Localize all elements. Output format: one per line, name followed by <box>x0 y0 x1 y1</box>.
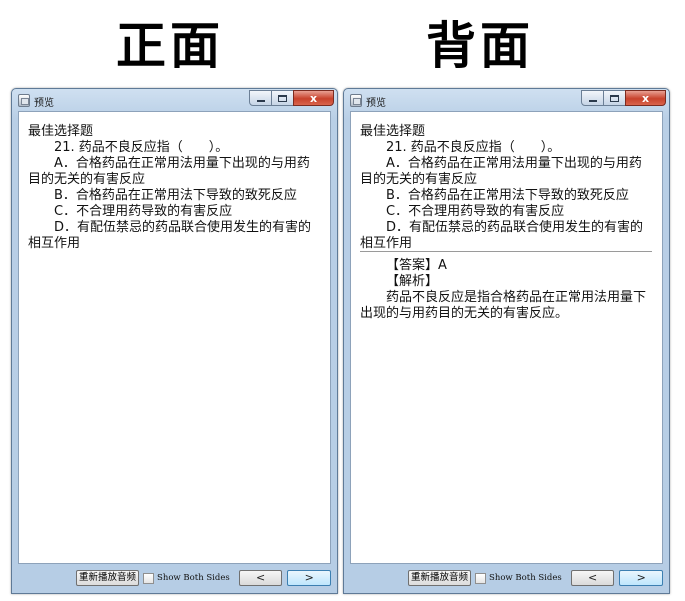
bottom-toolbar: 重新播放音频 Show Both Sides < > <box>18 568 331 588</box>
window-title: 预览 <box>34 98 54 109</box>
window-controls: x <box>581 90 666 107</box>
option-d: D．有配伍禁忌的药品联合使用发生的有害的相互作用 <box>28 220 312 251</box>
show-both-sides-checkbox[interactable]: Show Both Sides <box>143 572 230 584</box>
window-title: 预览 <box>366 98 386 109</box>
preview-window-front: 预览 x 最佳选择题 21. 药品不良反应指（ ）。 A．合格药品在正常用法用量… <box>11 88 338 594</box>
option-b: B．合格药品在正常用法下导致的致死反应 <box>54 188 297 203</box>
maximize-icon <box>278 94 287 102</box>
option-d: D．有配伍禁忌的药品联合使用发生的有害的相互作用 <box>360 220 644 251</box>
close-button[interactable]: x <box>625 90 666 106</box>
card-content-area: 最佳选择题 21. 药品不良反应指（ ）。 A．合格药品在正常用法用量下出现的与… <box>18 111 331 564</box>
preview-window-back: 预览 x 最佳选择题 21. 药品不良反应指（ ）。 A．合格药品在正常用法用量… <box>343 88 670 594</box>
question-type: 最佳选择题 <box>28 124 94 139</box>
show-both-sides-checkbox[interactable]: Show Both Sides <box>475 572 562 584</box>
question-type: 最佳选择题 <box>360 124 426 139</box>
minimize-icon <box>588 100 597 102</box>
replay-audio-button[interactable]: 重新播放音频 <box>408 570 472 586</box>
window-controls: x <box>249 90 334 107</box>
prev-button[interactable]: < <box>570 570 615 586</box>
close-icon: x <box>641 91 650 105</box>
minimize-icon <box>256 100 265 102</box>
next-button[interactable]: > <box>287 570 331 586</box>
bottom-toolbar: 重新播放音频 Show Both Sides < > <box>350 568 663 588</box>
analysis-text: 药品不良反应是指合格药品在正常用法用量下出现的与用药目的无关的有害反应。 <box>360 290 647 321</box>
close-icon: x <box>309 91 318 105</box>
maximize-button[interactable] <box>271 90 294 106</box>
checkbox-box[interactable] <box>475 572 487 584</box>
maximize-button[interactable] <box>603 90 626 106</box>
minimize-button[interactable] <box>581 90 604 106</box>
option-c: C．不合理用药导致的有害反应 <box>386 204 565 219</box>
option-c: C．不合理用药导致的有害反应 <box>54 204 233 219</box>
checkbox-box[interactable] <box>143 572 155 584</box>
analysis-label: 【解析】 <box>386 274 439 289</box>
show-both-sides-label: Show Both Sides <box>157 573 230 583</box>
replay-audio-button[interactable]: 重新播放音频 <box>76 570 140 586</box>
title-bar[interactable]: 预览 x <box>344 89 669 111</box>
maximize-icon <box>610 94 619 102</box>
question-stem: 21. 药品不良反应指（ ）。 <box>386 140 561 155</box>
question-stem: 21. 药品不良反应指（ ）。 <box>54 140 229 155</box>
option-a: A．合格药品在正常用法用量下出现的与用药目的无关的有害反应 <box>360 156 642 187</box>
next-button[interactable]: > <box>619 570 663 586</box>
close-button[interactable]: x <box>293 90 334 106</box>
title-bar[interactable]: 预览 x <box>12 89 337 111</box>
back-side-title: 背面 <box>426 16 534 75</box>
prev-button[interactable]: < <box>238 570 283 586</box>
app-icon <box>18 94 30 107</box>
answer-section: 【答案】A 【解析】 药品不良反应是指合格药品在正常用法用量下出现的与用药目的无… <box>360 258 652 322</box>
answer-line: 【答案】A <box>386 258 447 273</box>
option-a: A．合格药品在正常用法用量下出现的与用药目的无关的有害反应 <box>28 156 310 187</box>
app-icon <box>350 94 362 107</box>
show-both-sides-label: Show Both Sides <box>489 573 562 583</box>
card-content-area: 最佳选择题 21. 药品不良反应指（ ）。 A．合格药品在正常用法用量下出现的与… <box>350 111 663 564</box>
minimize-button[interactable] <box>249 90 272 106</box>
option-b: B．合格药品在正常用法下导致的致死反应 <box>386 188 629 203</box>
front-side-title: 正面 <box>116 16 224 75</box>
